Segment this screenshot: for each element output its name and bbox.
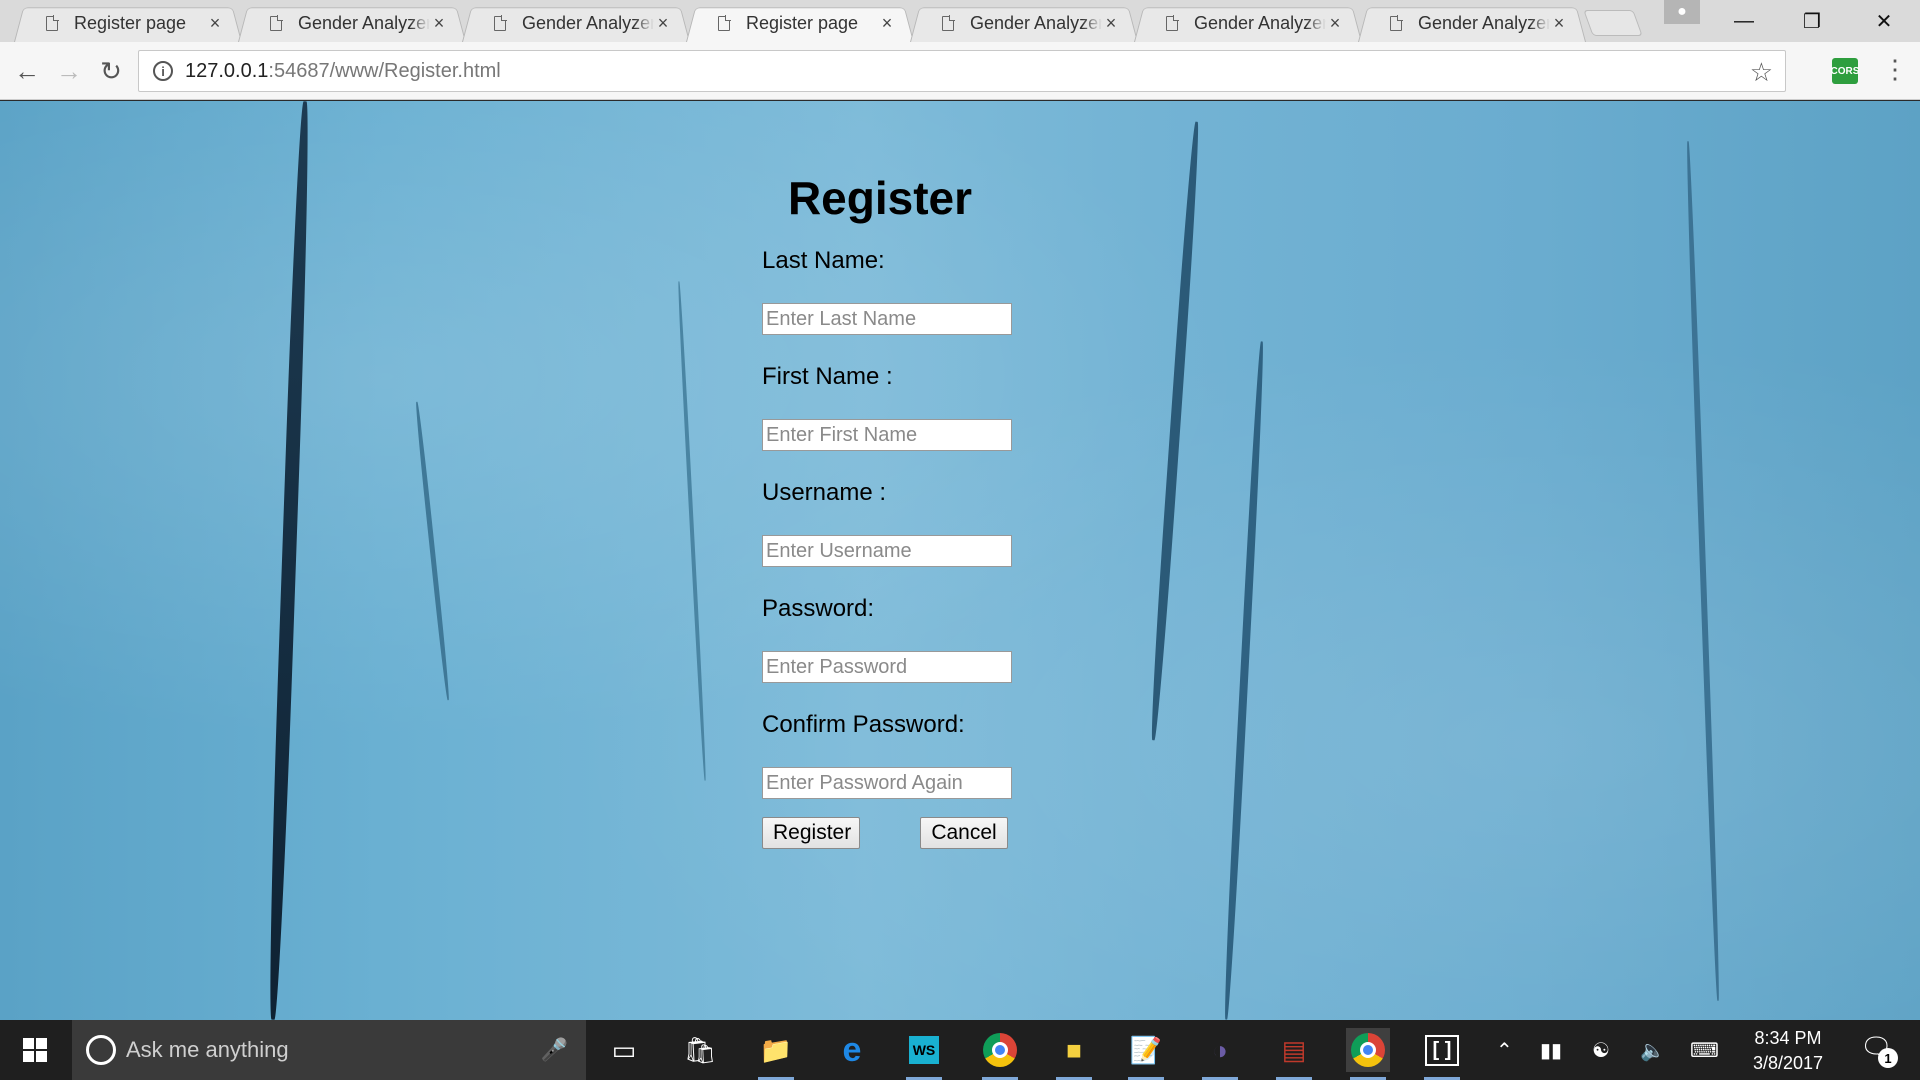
page-icon (942, 15, 955, 31)
close-icon[interactable]: × (430, 13, 448, 34)
form-buttons: Register Cancel (762, 817, 1022, 851)
volume-icon[interactable]: 🔈 (1640, 1020, 1665, 1080)
confirm-password-input[interactable] (762, 767, 1012, 799)
close-icon[interactable]: × (878, 13, 896, 34)
microphone-icon[interactable]: 🎤 (541, 1037, 568, 1063)
wood-crack (1684, 141, 1722, 1001)
new-tab-button[interactable] (1583, 10, 1643, 36)
bookmark-star-icon[interactable]: ☆ (1750, 57, 1773, 88)
tab-title: Gender Analyzer (1418, 12, 1550, 33)
browser-tab[interactable]: Gender Analyzer × (910, 4, 1138, 42)
menu-icon[interactable]: ⋮ (1882, 56, 1908, 82)
back-arrow-icon[interactable]: ← (10, 54, 44, 88)
eclipse-icon[interactable]: ◑ (1198, 1028, 1242, 1080)
first-name-label: First Name : (762, 363, 893, 390)
tab-title: Register page (74, 12, 187, 33)
file-explorer-icon[interactable]: 📁 (754, 1028, 798, 1080)
brackets-icon[interactable]: [ ] (1420, 1028, 1464, 1080)
url-text: 127.0.0.1:54687/www/Register.html (185, 60, 501, 83)
cortana-search-box[interactable]: Ask me anything 🎤 (72, 1020, 586, 1080)
url-host: 127.0.0.1 (185, 59, 269, 82)
page-icon (1390, 15, 1403, 31)
wood-crack (1222, 341, 1266, 1020)
last-name-input[interactable] (762, 303, 1012, 335)
page-icon (494, 15, 507, 31)
wood-crack (414, 401, 451, 701)
taskbar: Ask me anything 🎤 ▭ 🛍 📁 e WS ■ 📝 ◑ ▤ [ ]… (0, 1020, 1920, 1080)
winrar-icon[interactable]: ▤ (1272, 1028, 1316, 1080)
clock-time: 8:34 PM (1754, 1028, 1822, 1048)
browser-toolbar: ← → ↻ i 127.0.0.1:54687/www/Register.htm… (0, 42, 1920, 100)
last-name-label: Last Name: (762, 247, 885, 274)
tab-strip: Register page × Gender Analyzer × Gender… (0, 0, 1920, 42)
browser-tab[interactable]: Register page × (14, 4, 242, 42)
first-name-input[interactable] (762, 419, 1012, 451)
tab-title: Gender Analyzer (522, 12, 654, 33)
edge-icon[interactable]: e (830, 1028, 874, 1072)
page-icon (718, 15, 731, 31)
minimize-icon[interactable]: — (1710, 0, 1778, 42)
close-icon[interactable]: × (654, 13, 672, 34)
cancel-button[interactable]: Cancel (920, 817, 1008, 849)
close-icon[interactable]: × (1102, 13, 1120, 34)
restore-icon[interactable]: ❐ (1778, 0, 1846, 42)
browser-tab[interactable]: Gender Analyzer × (462, 4, 690, 42)
cortana-icon (86, 1035, 116, 1065)
tab-title: Gender Analyzer (1194, 12, 1326, 33)
clock-date: 3/8/2017 (1752, 1053, 1824, 1073)
task-view-icon[interactable]: ▭ (602, 1028, 646, 1072)
close-icon[interactable]: × (1550, 13, 1568, 34)
windows-icon (23, 1038, 47, 1062)
register-form: Register Last Name: First Name : Usernam… (762, 171, 1022, 851)
webstorm-icon[interactable]: WS (902, 1028, 946, 1080)
system-clock[interactable]: 8:34 PM 3/8/2017 (1738, 1026, 1838, 1076)
username-input[interactable] (762, 535, 1012, 567)
chrome-icon[interactable] (978, 1028, 1022, 1080)
notepad-icon[interactable]: 📝 (1124, 1028, 1168, 1080)
url-path: :54687/www/Register.html (268, 59, 501, 82)
sticky-notes-icon[interactable]: ■ (1052, 1028, 1096, 1080)
close-icon[interactable]: × (206, 13, 224, 34)
wood-crack (265, 101, 313, 1020)
page-title: Register (787, 172, 973, 224)
page-icon (46, 15, 59, 31)
password-label: Password: (762, 595, 875, 622)
close-icon[interactable]: × (1326, 13, 1344, 34)
reload-icon[interactable]: ↻ (94, 54, 128, 88)
battery-icon[interactable]: ▮▮ (1540, 1020, 1562, 1080)
browser-tab[interactable]: Gender Analyzer × (238, 4, 466, 42)
notification-badge: 1 (1878, 1048, 1898, 1068)
browser-tab-active[interactable]: Register page × (686, 4, 914, 42)
tab-title: Gender Analyzer (970, 12, 1102, 33)
browser-tab[interactable]: Gender Analyzer × (1134, 4, 1362, 42)
keyboard-icon[interactable]: ⌨ (1690, 1020, 1719, 1080)
start-button[interactable] (0, 1020, 70, 1080)
chrome-icon[interactable] (1346, 1028, 1390, 1080)
info-icon[interactable]: i (153, 61, 173, 81)
action-center-icon[interactable]: 🗨 1 (1860, 1032, 1900, 1068)
address-bar[interactable]: i 127.0.0.1:54687/www/Register.html ☆ (138, 50, 1786, 92)
cors-extension-icon[interactable]: CORS (1831, 58, 1859, 84)
page-icon (1166, 15, 1179, 31)
forward-arrow-icon[interactable]: → (52, 54, 86, 88)
password-input[interactable] (762, 651, 1012, 683)
close-window-icon[interactable]: ✕ (1850, 0, 1918, 42)
wood-crack (676, 281, 708, 781)
page-icon (270, 15, 283, 31)
wood-crack (1148, 121, 1202, 741)
store-icon[interactable]: 🛍 (678, 1028, 722, 1072)
tab-title: Register page (746, 12, 859, 33)
username-label: Username : (762, 479, 887, 506)
confirm-password-label: Confirm Password: (762, 711, 965, 738)
show-hidden-icons[interactable]: ⌃ (1496, 1020, 1513, 1080)
register-button[interactable]: Register (762, 817, 860, 849)
profile-icon[interactable]: ● (1664, 0, 1700, 24)
browser-tab[interactable]: Gender Analyzer × (1358, 4, 1586, 42)
search-placeholder: Ask me anything (126, 1037, 289, 1062)
page-viewport: Register Last Name: First Name : Usernam… (0, 101, 1920, 1020)
wifi-icon[interactable]: ☯ (1592, 1020, 1610, 1080)
tab-title: Gender Analyzer (298, 12, 430, 33)
